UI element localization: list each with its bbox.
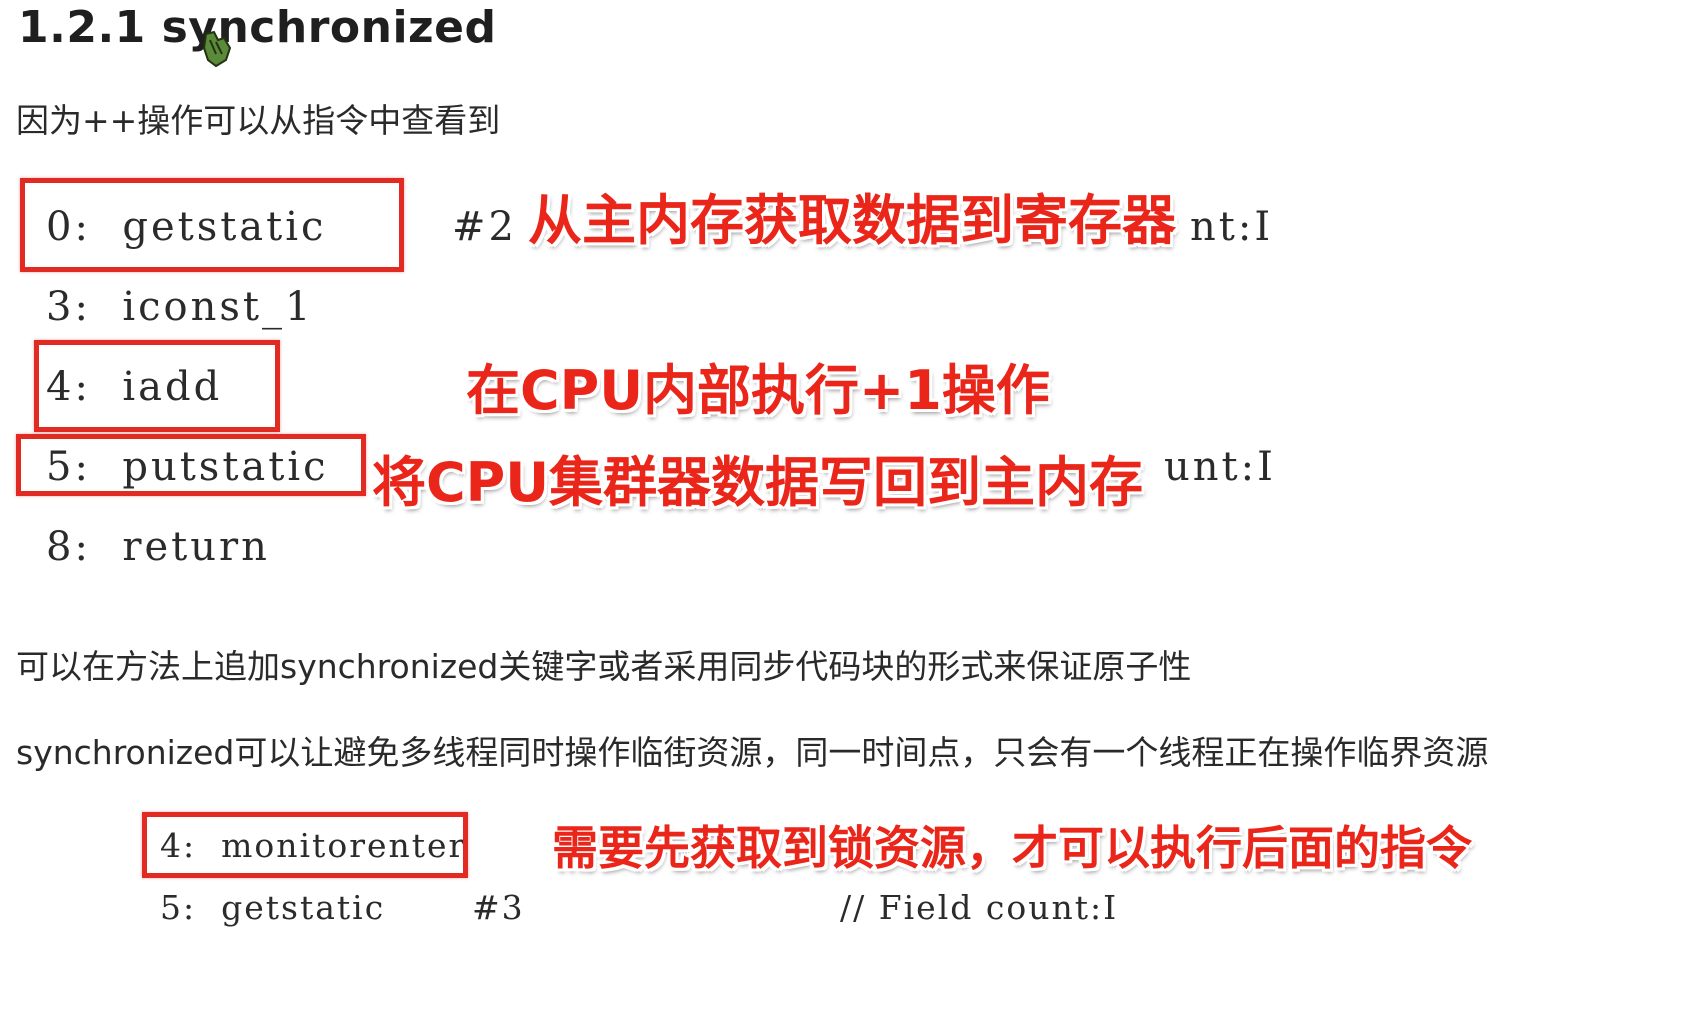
highlight-box-getstatic xyxy=(20,178,404,272)
bytecode-line-return: 8: return xyxy=(46,524,270,570)
intro-text: 因为++操作可以从指令中查看到 xyxy=(16,101,501,140)
annotation-lock: 需要先获取到锁资源，才可以执行后面的指令 xyxy=(552,821,1472,875)
highlight-box-putstatic xyxy=(16,434,366,496)
bytecode-line-iconst: 3: iconst_1 xyxy=(46,284,314,330)
annotation-add: 在CPU内部执行+1操作 xyxy=(466,359,1050,422)
paragraph-atomicity: 可以在方法上追加synchronized关键字或者采用同步代码块的形式来保证原子… xyxy=(16,647,1192,686)
paragraph-synchronized: synchronized可以让避免多线程同时操作临街资源，同一时间点，只会有一个… xyxy=(16,733,1489,772)
section-heading: 1.2.1 synchronized xyxy=(18,2,497,53)
hand-cursor-icon xyxy=(202,30,232,68)
monitor-comment: // Field count:I xyxy=(840,888,1119,927)
monitor-ref: #3 xyxy=(472,888,525,927)
monitor-line-getstatic: 5: getstatic xyxy=(160,888,386,927)
bytecode-comment-tail: unt:I xyxy=(1164,444,1276,490)
highlight-box-iadd xyxy=(34,340,280,432)
bytecode-comment-tail: nt:I xyxy=(1190,204,1274,250)
annotation-fetch: 从主内存获取数据到寄存器 xyxy=(528,189,1176,252)
annotation-write: 将CPU集群器数据写回到主内存 xyxy=(372,451,1144,514)
highlight-box-monitorenter xyxy=(142,812,468,878)
bytecode-ref: #2 xyxy=(452,204,517,250)
